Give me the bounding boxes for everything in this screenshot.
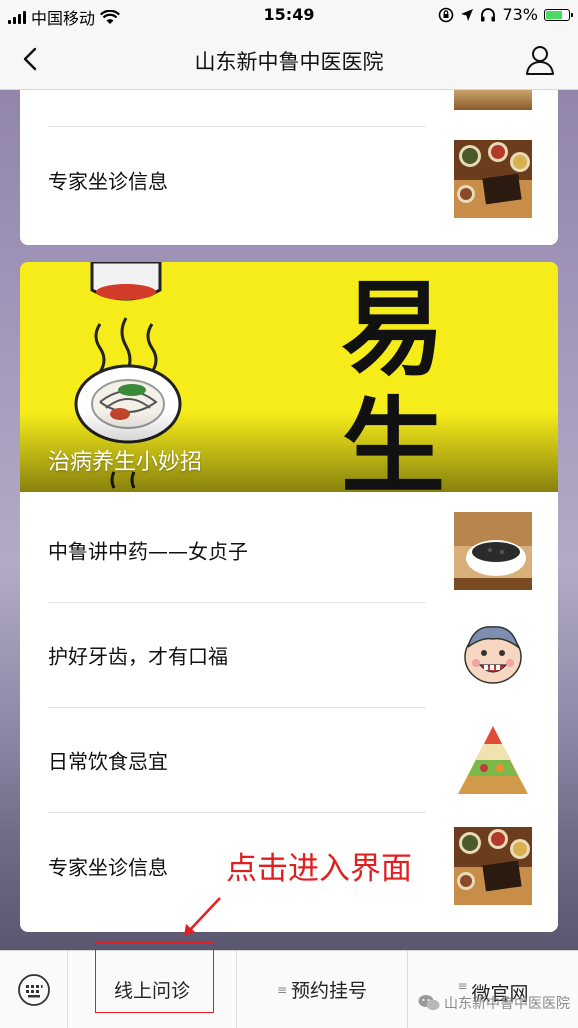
tab-micro-website[interactable]: ≡ 微官网 <box>408 951 578 1028</box>
annotation-text: 点击进入界面 <box>226 851 412 887</box>
bottom-menu-bar: 线上问诊 ≡ 预约挂号 ≡ 微官网 <box>0 950 578 1028</box>
herbs-thumbnail <box>454 140 532 218</box>
list-item-title: 日常饮食忌宜 <box>48 749 168 774</box>
list-item-title: 专家坐诊信息 <box>48 855 168 879</box>
watermark: 山东新中鲁中医医院 <box>418 993 570 1013</box>
battery-icon <box>544 8 573 21</box>
banner-image[interactable]: 易生 治病养生小妙招 <box>20 262 558 492</box>
food-pyramid-thumbnail <box>454 722 532 800</box>
herbs-thumbnail <box>454 827 532 905</box>
highlight-box <box>95 942 214 1013</box>
keyboard-toggle-button[interactable] <box>0 951 67 1028</box>
headphones-icon <box>481 7 496 21</box>
list-item[interactable]: 日常饮食忌宜 <box>48 708 426 813</box>
list-item[interactable]: 中鲁讲中药——女贞子 <box>48 498 426 603</box>
herb-bowl-thumbnail <box>454 512 532 590</box>
annotation-arrow-icon <box>184 897 221 936</box>
menu-icon: ≡ <box>457 979 468 993</box>
thumbnail-partial <box>454 90 532 110</box>
page-title: 山东新中鲁中医医院 <box>194 50 384 74</box>
tab-label: 预约挂号 <box>291 980 368 1002</box>
tab-appointment[interactable]: ≡ 预约挂号 <box>237 951 407 1028</box>
status-bar: 中国移动 15:49 73% <box>0 0 578 30</box>
list-item-title: 护好牙齿，才有口福 <box>48 644 228 669</box>
location-icon <box>461 8 474 21</box>
menu-icon: ≡ <box>276 982 288 997</box>
watermark-text: 山东新中鲁中医医院 <box>444 996 570 1012</box>
list-item[interactable]: 护好牙齿，才有口福 <box>48 603 426 708</box>
list-item-title: 专家坐诊信息 <box>48 169 168 193</box>
banner-art-text: 易生 <box>340 267 445 493</box>
banner-caption: 治病养生小妙招 <box>48 450 203 475</box>
wechat-icon <box>418 995 440 1011</box>
rotation-lock-icon <box>439 7 454 22</box>
nav-bar: 山东新中鲁中医医院 <box>0 30 578 90</box>
list-item-title: 中鲁讲中药——女贞子 <box>48 539 248 564</box>
article-card-top: 专家坐诊信息 <box>20 90 558 245</box>
keyboard-icon <box>17 973 50 1006</box>
teeth-cartoon-thumbnail <box>454 617 532 695</box>
profile-icon[interactable] <box>522 42 558 78</box>
battery-percent: 73% <box>502 5 538 24</box>
list-item[interactable]: 专家坐诊信息 <box>48 127 426 232</box>
